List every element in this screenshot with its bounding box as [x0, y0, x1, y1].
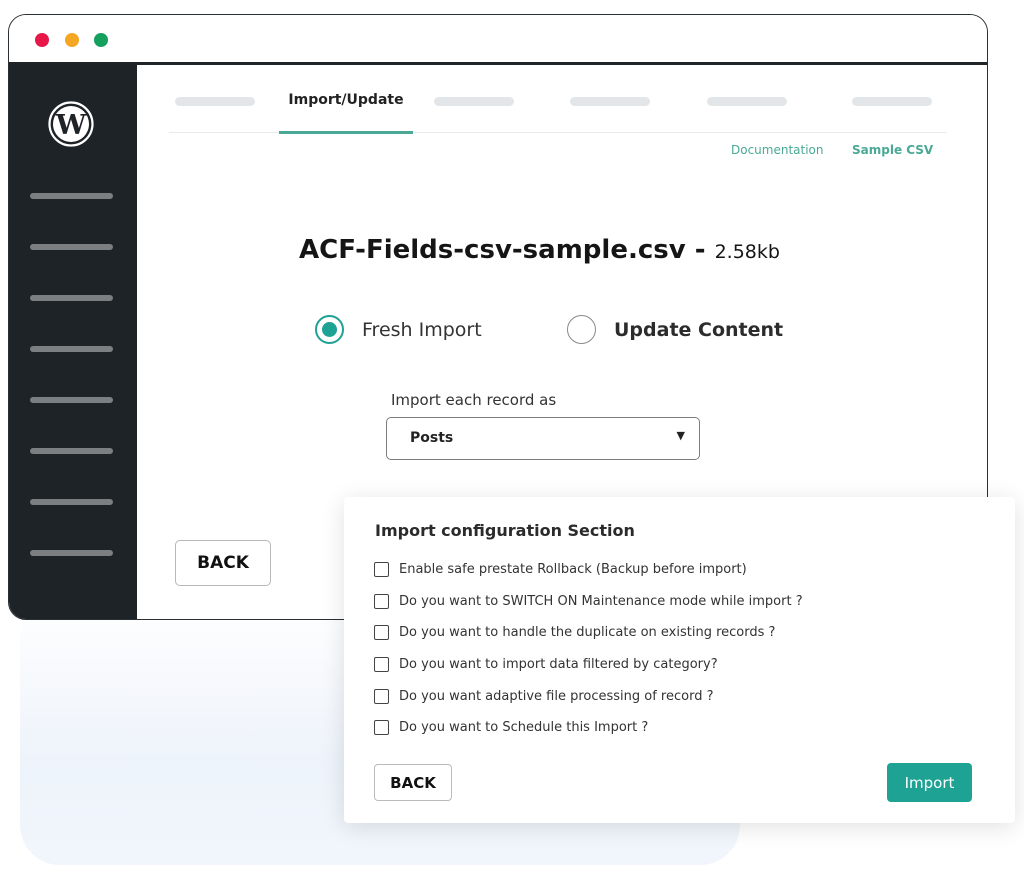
- sidebar-item-2[interactable]: [30, 244, 113, 250]
- record-type-label: Import each record as: [391, 391, 557, 409]
- rollback-option[interactable]: Enable safe prestate Rollback (Backup be…: [374, 562, 747, 577]
- category-filter-option[interactable]: Do you want to import data filtered by c…: [374, 657, 718, 672]
- tab-placeholder-4[interactable]: [707, 97, 787, 106]
- sidebar-item-3[interactable]: [30, 295, 113, 301]
- update-content-label: Update Content: [614, 318, 784, 341]
- tab-placeholder-5[interactable]: [852, 97, 932, 106]
- tab-placeholder-3[interactable]: [570, 97, 650, 106]
- minimize-window-button[interactable]: [65, 33, 79, 47]
- tab-import-update-label: Import/Update: [288, 92, 404, 108]
- sample-csv-link[interactable]: Sample CSV: [852, 143, 933, 157]
- schedule-import-checkbox[interactable]: [374, 720, 389, 735]
- duplicate-handling-option[interactable]: Do you want to handle the duplicate on e…: [374, 625, 775, 640]
- sidebar-item-6[interactable]: [30, 448, 113, 454]
- file-name: ACF-Fields-csv-sample.csv -: [299, 235, 706, 265]
- adaptive-processing-label: Do you want adaptive file processing of …: [399, 689, 714, 704]
- close-window-button[interactable]: [35, 33, 49, 47]
- record-type-value: Posts: [410, 430, 454, 446]
- maintenance-mode-label: Do you want to SWITCH ON Maintenance mod…: [399, 594, 803, 609]
- tab-placeholder-1[interactable]: [175, 97, 255, 106]
- panel-back-button[interactable]: BACK: [374, 764, 452, 801]
- sidebar-item-5[interactable]: [30, 397, 113, 403]
- file-title: ACF-Fields-csv-sample.csv - 2.58kb: [299, 235, 780, 265]
- admin-sidebar: W: [9, 65, 137, 619]
- panel-title: Import configuration Section: [375, 521, 635, 540]
- wordpress-icon[interactable]: W: [48, 101, 94, 147]
- sidebar-item-1[interactable]: [30, 193, 113, 199]
- documentation-link[interactable]: Documentation: [731, 143, 824, 157]
- radio-unselected-indicator[interactable]: [567, 315, 596, 344]
- file-size: 2.58kb: [714, 241, 780, 263]
- sidebar-item-4[interactable]: [30, 346, 113, 352]
- chevron-down-icon: ▼: [676, 429, 685, 442]
- active-tab-indicator: [279, 131, 413, 134]
- import-configuration-panel: Import configuration Section Enable safe…: [344, 497, 1015, 823]
- tab-import-update[interactable]: Import/Update: [279, 65, 413, 134]
- back-button[interactable]: BACK: [175, 540, 271, 586]
- fresh-import-radio[interactable]: Fresh Import: [315, 315, 482, 344]
- fresh-import-label: Fresh Import: [362, 318, 482, 341]
- sidebar-item-8[interactable]: [30, 550, 113, 556]
- duplicate-handling-label: Do you want to handle the duplicate on e…: [399, 625, 776, 640]
- category-filter-checkbox[interactable]: [374, 657, 389, 672]
- svg-text:W: W: [55, 110, 87, 141]
- adaptive-processing-checkbox[interactable]: [374, 689, 389, 704]
- rollback-checkbox[interactable]: [374, 562, 389, 577]
- update-content-radio[interactable]: Update Content: [567, 315, 783, 344]
- schedule-import-option[interactable]: Do you want to Schedule this Import ?: [374, 720, 648, 735]
- window-titlebar: [9, 15, 987, 65]
- schedule-import-label: Do you want to Schedule this Import ?: [399, 720, 649, 735]
- category-filter-label: Do you want to import data filtered by c…: [399, 657, 718, 672]
- record-type-select[interactable]: Posts ▼: [386, 417, 700, 460]
- import-button[interactable]: Import: [887, 763, 972, 802]
- radio-selected-indicator[interactable]: [315, 315, 344, 344]
- maintenance-mode-option[interactable]: Do you want to SWITCH ON Maintenance mod…: [374, 594, 803, 609]
- rollback-label: Enable safe prestate Rollback (Backup be…: [399, 562, 747, 577]
- tab-placeholder-2[interactable]: [434, 97, 514, 106]
- sidebar-item-7[interactable]: [30, 499, 113, 505]
- maximize-window-button[interactable]: [94, 33, 108, 47]
- tab-bar: Import/Update: [169, 65, 947, 134]
- maintenance-mode-checkbox[interactable]: [374, 594, 389, 609]
- adaptive-processing-option[interactable]: Do you want adaptive file processing of …: [374, 689, 714, 704]
- duplicate-handling-checkbox[interactable]: [374, 625, 389, 640]
